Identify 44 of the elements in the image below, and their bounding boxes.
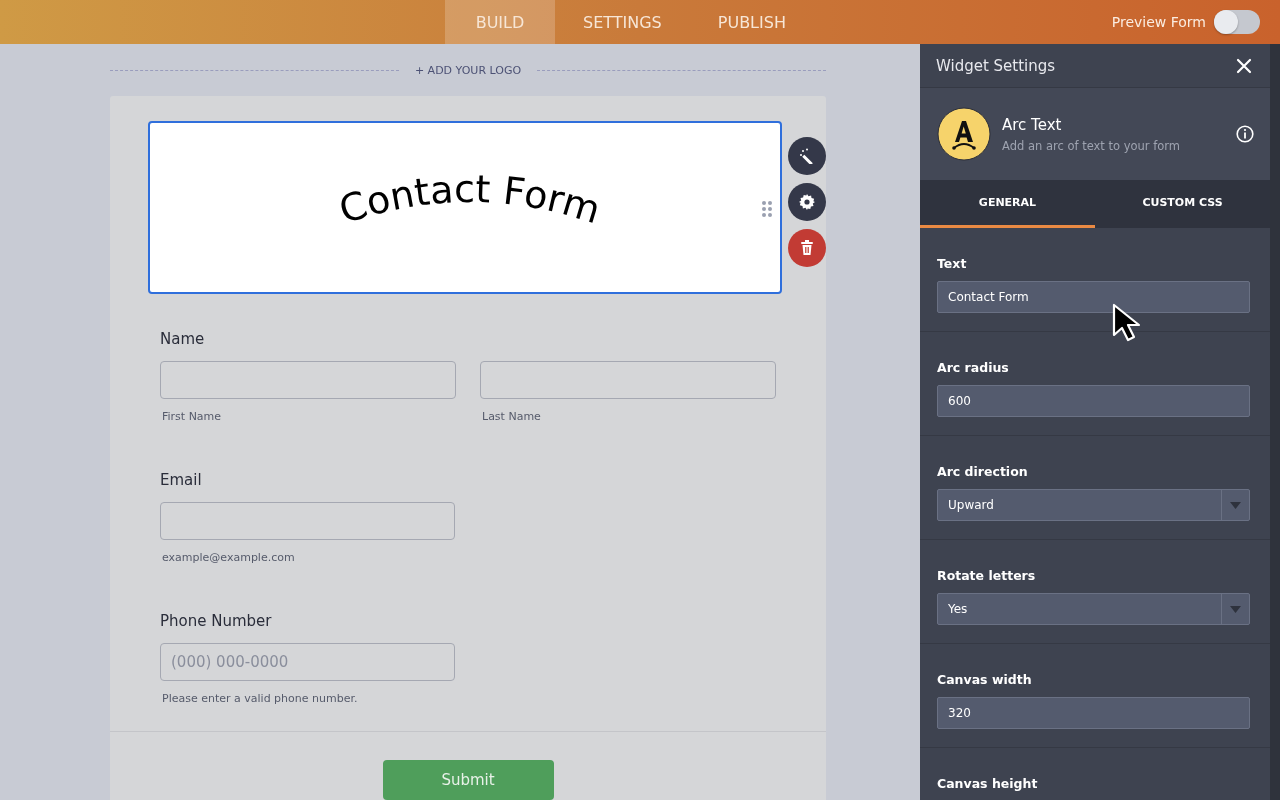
arc-text-logo-icon [937,107,991,161]
input-field[interactable] [160,361,456,399]
toggle-switch[interactable] [1214,10,1260,34]
arc-text: Contact Form [300,127,640,277]
panel-title: Widget Settings [936,56,1056,75]
field-label: Email [160,471,203,489]
magic-wand-icon [799,148,815,164]
preview-label: Preview Form [1111,14,1206,30]
field-hint: First Name [161,410,223,423]
arc-text-widget[interactable]: Contact Form [148,121,782,294]
info-icon [1236,125,1254,143]
setting-label: Canvas width [937,672,1033,687]
input-field[interactable]: (000) 000-0000 [160,643,455,681]
input-field[interactable]: 320 [937,697,1250,729]
delete-button[interactable] [788,229,826,267]
close-icon[interactable] [1236,57,1252,74]
trash-icon [800,240,814,256]
input-field[interactable] [480,361,776,399]
setting-label: Rotate letters [937,568,1037,583]
widget-name: Arc Text [1002,115,1063,134]
setting-label: Arc radius [937,360,1010,375]
field-hint: Please enter a valid phone number. [161,692,359,705]
panel-tab[interactable]: GENERAL [920,180,1095,228]
setting-label: Canvas height [937,776,1039,791]
field-label: Name [160,330,206,348]
dropdown[interactable]: Yes [937,593,1250,625]
widget-description: Add an arc of text to your form [1002,138,1182,153]
field-hint: example@example.com [161,551,296,564]
magic-wand-button[interactable] [788,137,826,175]
input-field[interactable]: Contact Form [937,281,1250,313]
field-hint: Last Name [481,410,542,423]
add-logo-link[interactable]: + ADD YOUR LOGO [414,63,522,77]
input-field[interactable]: 600 [937,385,1250,417]
caret-icon [1230,605,1241,613]
dropdown[interactable]: Upward [937,489,1250,521]
input-field[interactable] [160,502,455,540]
panel-tab[interactable]: CUSTOM CSS [1095,180,1270,228]
settings-button[interactable] [788,183,826,221]
caret-icon [1230,501,1241,509]
setting-label: Text [937,256,968,271]
settings-icon [799,194,815,210]
field-label: Phone Number [160,612,273,630]
setting-label: Arc direction [937,464,1029,479]
drag-handle-icon[interactable] [762,201,772,217]
